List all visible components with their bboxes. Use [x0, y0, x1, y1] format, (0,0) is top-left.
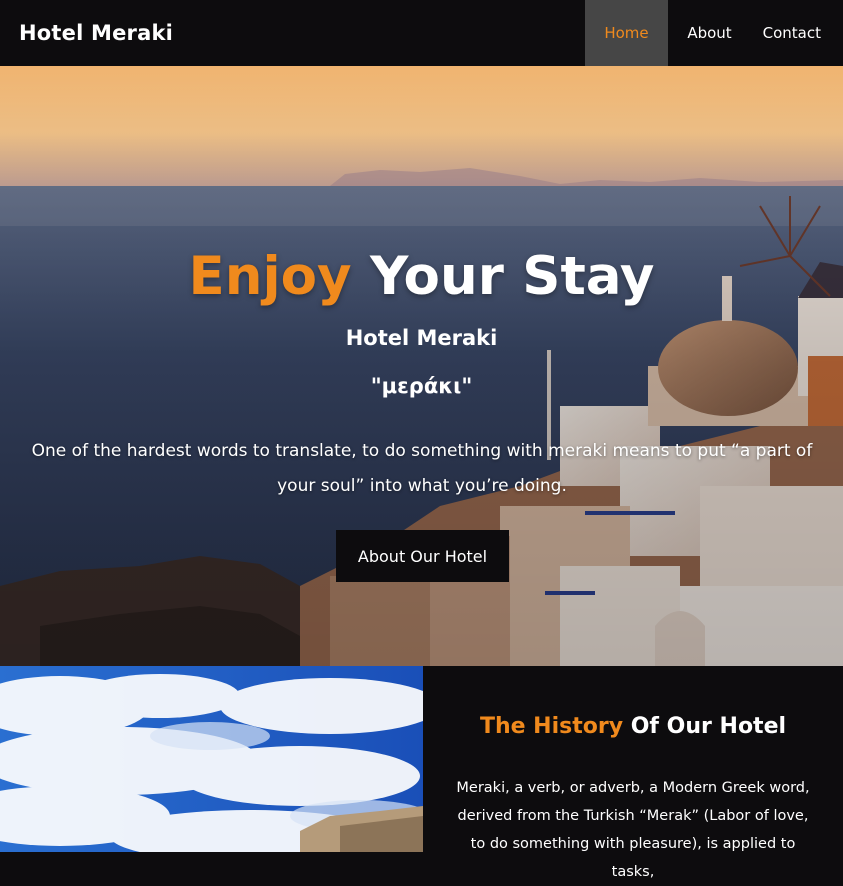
- nav-links: Home About Contact: [585, 0, 829, 66]
- hero-content: Enjoy Your Stay Hotel Meraki "μεράκι" On…: [0, 66, 843, 666]
- history-section: The History Of Our Hotel Meraki, a verb,…: [0, 666, 843, 880]
- nav-link-contact[interactable]: Contact: [751, 0, 829, 66]
- history-title-rest: Of Our Hotel: [623, 714, 787, 739]
- nav-link-home[interactable]: Home: [585, 0, 668, 66]
- hero-title: Enjoy Your Stay: [0, 244, 843, 310]
- about-our-hotel-button[interactable]: About Our Hotel: [336, 530, 509, 582]
- hero-section: Enjoy Your Stay Hotel Meraki "μεράκι" On…: [0, 66, 843, 666]
- hero-subtitle: Hotel Meraki: [345, 326, 498, 350]
- hero-description: One of the hardest words to translate, t…: [31, 441, 813, 496]
- history-text: Meraki, a verb, or adverb, a Modern Gree…: [456, 780, 810, 880]
- history-image: [0, 666, 423, 852]
- hero-title-accent: Enjoy: [188, 246, 352, 307]
- history-title-accent: The History: [479, 714, 624, 739]
- hero-title-rest: Your Stay: [351, 246, 655, 307]
- navbar: Hotel Meraki Home About Contact: [0, 0, 843, 66]
- history-panel: The History Of Our Hotel Meraki, a verb,…: [423, 666, 843, 880]
- nav-link-about[interactable]: About: [668, 0, 751, 66]
- hero-greek-word: "μεράκι": [370, 374, 473, 398]
- sky-clouds-image: [0, 666, 423, 852]
- brand-logo[interactable]: Hotel Meraki: [19, 21, 173, 45]
- history-title: The History Of Our Hotel: [423, 714, 843, 739]
